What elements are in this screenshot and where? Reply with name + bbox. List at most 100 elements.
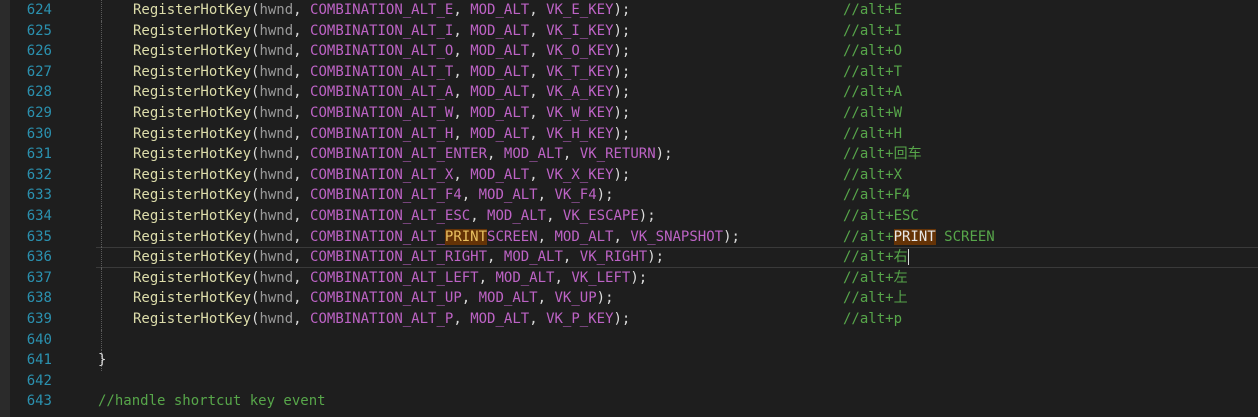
virtual-key-constant: VK_A_KEY xyxy=(546,84,614,101)
punctuation: , xyxy=(537,290,555,307)
punctuation: ); xyxy=(613,125,631,142)
code-statement: RegisterHotKey(hwnd, COMBINATION_ALT_LEF… xyxy=(133,268,647,289)
line-number: 637 xyxy=(26,269,52,286)
punctuation: , xyxy=(293,166,311,183)
punctuation: ); xyxy=(596,187,614,204)
code-line[interactable]: 639 RegisterHotKey(hwnd, COMBINATION_ALT_… xyxy=(0,308,1258,330)
indent-guide xyxy=(101,61,102,83)
param-hwnd: hwnd xyxy=(259,104,294,121)
function-name: RegisterHotKey xyxy=(133,249,252,266)
punctuation: , xyxy=(293,207,311,224)
code-line[interactable]: 637 RegisterHotKey(hwnd, COMBINATION_ALT_… xyxy=(0,267,1258,289)
line-number: 635 xyxy=(26,228,52,245)
comment-text: //alt+T xyxy=(843,63,903,80)
punctuation: , xyxy=(453,166,471,183)
line-number: 638 xyxy=(26,290,52,307)
code-line[interactable]: 643 //handle shortcut key event xyxy=(0,391,1258,412)
punctuation: , xyxy=(529,104,547,121)
macro-constant: COMBINATION_ALT_ESC xyxy=(310,207,471,224)
punctuation: , xyxy=(293,249,311,266)
code-line[interactable]: 631 RegisterHotKey(hwnd, COMBINATION_ALT_… xyxy=(0,144,1258,165)
macro-constant: COMBINATION_ALT_P xyxy=(310,310,454,327)
punctuation: , xyxy=(554,269,572,286)
punctuation: , xyxy=(293,84,311,101)
inline-comment: //alt+右 xyxy=(843,247,909,268)
punctuation: , xyxy=(453,43,471,60)
code-line[interactable]: 626 RegisterHotKey(hwnd, COMBINATION_ALT_… xyxy=(0,41,1258,62)
virtual-key-constant: VK_RETURN xyxy=(579,146,656,163)
code-line-current[interactable]: 636 RegisterHotKey(hwnd, COMBINATION_ALT_… xyxy=(0,247,1258,268)
function-name: RegisterHotKey xyxy=(133,125,252,142)
code-line[interactable]: 640 xyxy=(0,329,1258,351)
code-line[interactable]: 635 RegisterHotKey(hwnd, COMBINATION_ALT_… xyxy=(0,226,1258,248)
comment-text: //alt+ESC xyxy=(843,207,919,224)
function-name: RegisterHotKey xyxy=(133,2,252,18)
param-hwnd: hwnd xyxy=(259,22,294,39)
code-line[interactable]: 633 RegisterHotKey(hwnd, COMBINATION_ALT_… xyxy=(0,185,1258,206)
line-number: 642 xyxy=(26,372,52,389)
modifier-constant: MOD_ALT xyxy=(554,228,614,245)
indent-guide xyxy=(101,0,102,21)
param-hwnd: hwnd xyxy=(259,310,294,327)
code-line[interactable]: 638 RegisterHotKey(hwnd, COMBINATION_ALT_… xyxy=(0,288,1258,309)
macro-constant: COMBINATION_ALT_W xyxy=(310,104,454,121)
virtual-key-constant: VK_F4 xyxy=(554,187,597,204)
code-line[interactable]: 634 RegisterHotKey(hwnd, COMBINATION_ALT_… xyxy=(0,205,1258,227)
comment-text: //alt+左 xyxy=(843,269,908,286)
function-name: RegisterHotKey xyxy=(133,84,252,101)
virtual-key-constant: VK_T_KEY xyxy=(546,63,614,80)
line-number: 640 xyxy=(26,331,52,348)
comment-text: SCREEN xyxy=(935,228,995,245)
macro-constant: COMBINATION_ALT_ xyxy=(310,228,445,245)
inline-comment: //alt+X xyxy=(843,165,902,186)
macro-constant: COMBINATION_ALT_RIGHT xyxy=(310,249,488,266)
punctuation: ); xyxy=(613,104,631,121)
code-statement: RegisterHotKey(hwnd, COMBINATION_ALT_P, … xyxy=(133,309,630,330)
function-name: RegisterHotKey xyxy=(133,22,252,39)
comment-text: //alt+回车 xyxy=(843,146,922,163)
function-name: RegisterHotKey xyxy=(133,269,252,286)
punctuation: , xyxy=(293,104,311,121)
code-line[interactable]: 642 xyxy=(0,371,1258,392)
punctuation: , xyxy=(453,104,471,121)
code-line[interactable]: 624 RegisterHotKey(hwnd, COMBINATION_ALT_… xyxy=(0,0,1258,21)
code-line[interactable]: 630 RegisterHotKey(hwnd, COMBINATION_ALT_… xyxy=(0,123,1258,145)
function-name: RegisterHotKey xyxy=(133,207,252,224)
indent-guide xyxy=(101,247,102,268)
function-name: RegisterHotKey xyxy=(133,228,252,245)
punctuation: , xyxy=(529,2,547,18)
punctuation: ); xyxy=(613,84,631,101)
code-line[interactable]: 628 RegisterHotKey(hwnd, COMBINATION_ALT_… xyxy=(0,82,1258,103)
virtual-key-constant: VK_H_KEY xyxy=(546,125,614,142)
search-highlight: PRINT xyxy=(893,228,936,245)
inline-comment: //alt+上 xyxy=(843,288,908,309)
code-editor[interactable]: 624 RegisterHotKey(hwnd, COMBINATION_ALT_… xyxy=(0,0,1258,417)
punctuation: ); xyxy=(638,207,656,224)
modifier-constant: MOD_ALT xyxy=(487,207,547,224)
code-line[interactable]: 627 RegisterHotKey(hwnd, COMBINATION_ALT_… xyxy=(0,61,1258,83)
punctuation: , xyxy=(470,207,488,224)
code-line[interactable]: 625 RegisterHotKey(hwnd, COMBINATION_ALT_… xyxy=(0,20,1258,42)
macro-constant: COMBINATION_ALT_A xyxy=(310,84,454,101)
punctuation: , xyxy=(453,84,471,101)
closing-brace: } xyxy=(98,352,107,369)
inline-comment: //alt+H xyxy=(843,124,902,145)
inline-comment: //alt+W xyxy=(843,103,902,124)
inline-comment: //alt+ESC xyxy=(843,206,919,227)
modifier-constant: MOD_ALT xyxy=(470,310,530,327)
virtual-key-constant: VK_W_KEY xyxy=(546,104,614,121)
macro-constant: COMBINATION_ALT_I xyxy=(310,22,454,39)
punctuation: , xyxy=(613,228,631,245)
param-hwnd: hwnd xyxy=(259,207,294,224)
comment-text: //alt+H xyxy=(843,125,903,142)
line-number: 626 xyxy=(26,43,52,60)
modifier-constant: MOD_ALT xyxy=(503,146,563,163)
line-number: 631 xyxy=(26,146,52,163)
macro-constant: COMBINATION_ALT_E xyxy=(310,2,454,18)
code-line[interactable]: 632 RegisterHotKey(hwnd, COMBINATION_ALT_… xyxy=(0,164,1258,186)
modifier-constant: MOD_ALT xyxy=(470,63,530,80)
code-line[interactable]: 641} xyxy=(0,350,1258,371)
virtual-key-constant: VK_E_KEY xyxy=(546,2,614,18)
inline-comment: //alt+回车 xyxy=(843,144,922,165)
code-line[interactable]: 629 RegisterHotKey(hwnd, COMBINATION_ALT_… xyxy=(0,102,1258,124)
